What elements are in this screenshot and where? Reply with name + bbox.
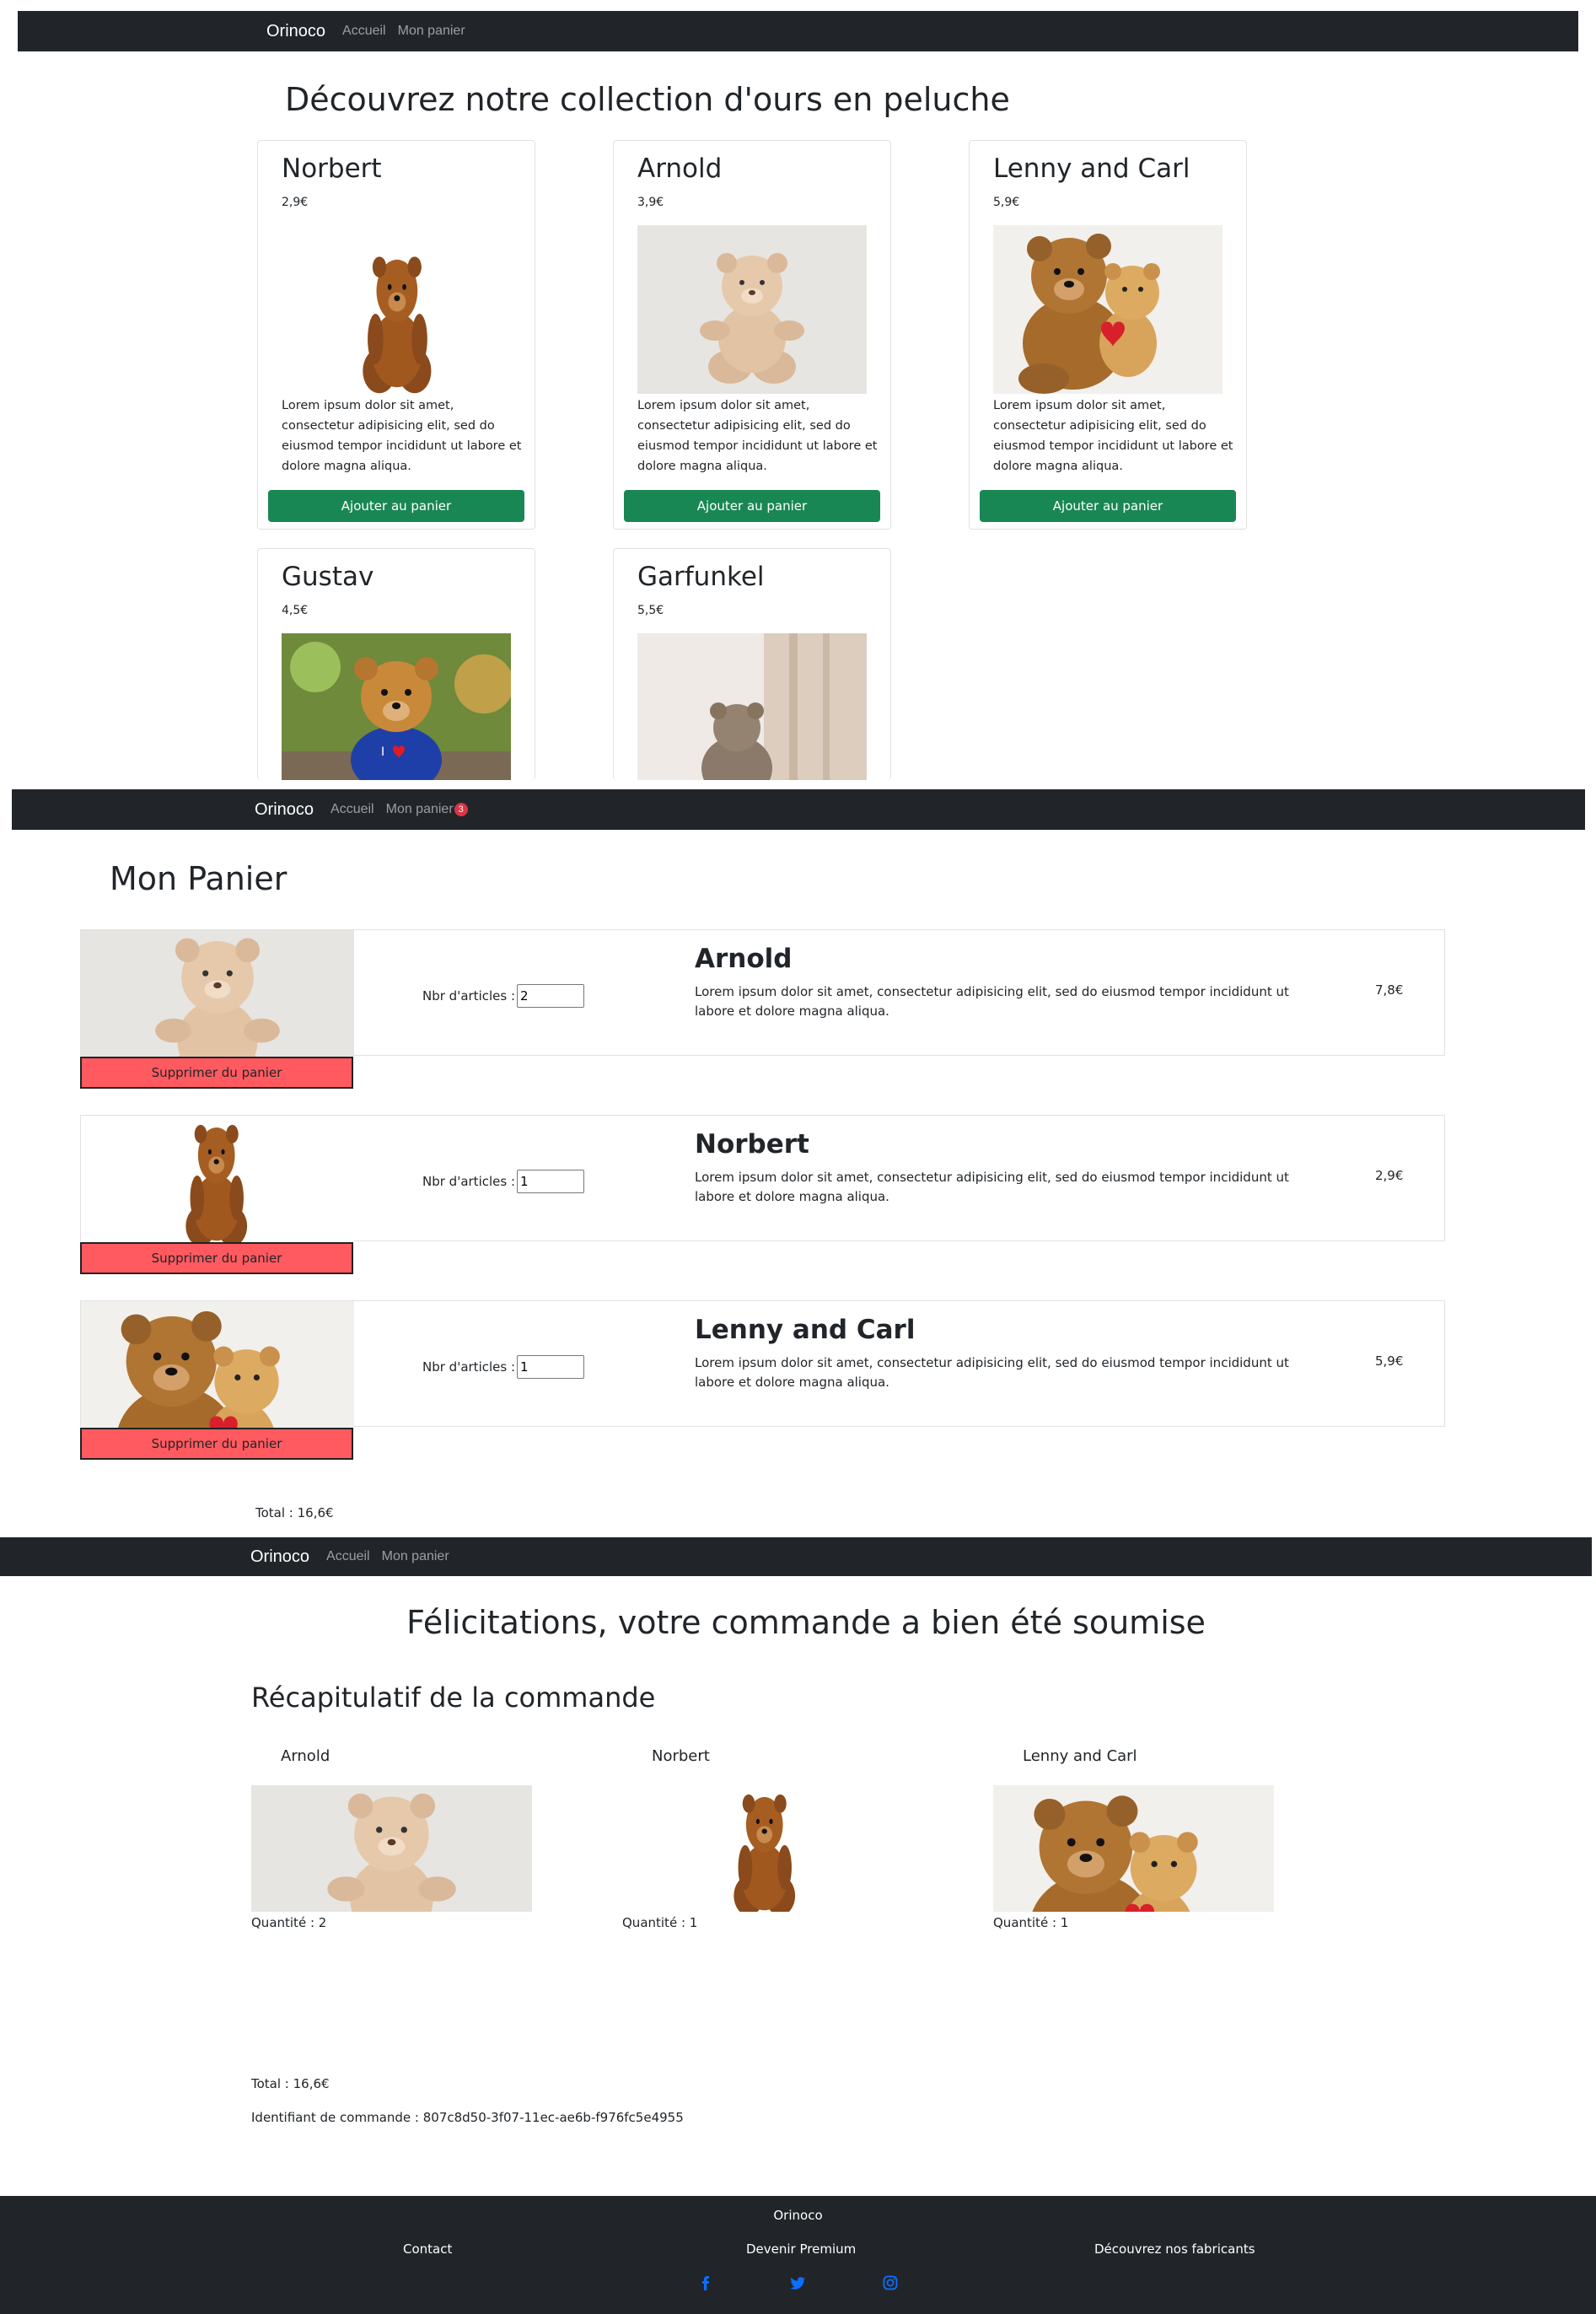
nav-link-cart[interactable]: Mon panier 3 (386, 802, 468, 817)
product-card-lenny-and-carl: Lenny and Carl 5,9€ Lorem ipsum dolor si… (969, 140, 1247, 530)
summary-item-image (251, 1785, 532, 1912)
remove-from-cart-button[interactable]: Supprimer du panier (80, 1057, 353, 1089)
product-name: Norbert (282, 153, 382, 184)
product-image (282, 633, 511, 780)
add-to-cart-button[interactable]: Ajouter au panier (268, 490, 524, 522)
cart-count-badge: 3 (454, 803, 468, 816)
order-summary-heading: Récapitulatif de la commande (251, 1682, 656, 1714)
summary-item-name: Arnold (281, 1747, 330, 1765)
cart-total: Total : 16,6€ (255, 1505, 334, 1520)
product-card-garfunkel: Garfunkel 5,5€ (613, 548, 891, 780)
cart-navbar: Orinoco Accueil Mon panier 3 (12, 789, 1585, 830)
cart-item-norbert: Nbr d'articles : Norbert Lorem ipsum dol… (80, 1115, 1445, 1242)
product-price: 3,9€ (637, 196, 664, 209)
product-image (637, 633, 867, 780)
quantity-control: Nbr d'articles : (422, 1355, 585, 1379)
cart-item-description: Lorem ipsum dolor sit amet, consectetur … (695, 1170, 1289, 1204)
product-price: 5,5€ (637, 604, 664, 617)
catalog-heading: Découvrez notre collection d'ours en pel… (285, 81, 1010, 118)
summary-item-name: Lenny and Carl (1023, 1747, 1137, 1765)
quantity-label: Nbr d'articles : (422, 1359, 516, 1375)
cart-item-price: 2,9€ (1375, 1168, 1404, 1183)
product-name: Lenny and Carl (993, 153, 1190, 184)
nav-link-cart[interactable]: Mon panier (398, 24, 465, 39)
cart-item-name: Lenny and Carl (695, 1315, 916, 1345)
product-image (637, 225, 867, 394)
summary-item-quantity: Quantité : 1 (622, 1915, 698, 1930)
cart-heading: Mon Panier (110, 860, 287, 897)
confirmation-total: Total : 16,6€ (251, 2076, 330, 2091)
product-name: Arnold (637, 153, 723, 184)
summary-item-name: Norbert (652, 1747, 710, 1765)
nav-link-cart[interactable]: Mon panier (382, 1549, 449, 1564)
top-navbar: Orinoco Accueil Mon panier (18, 11, 1578, 51)
cart-item-description: Lorem ipsum dolor sit amet, consectetur … (695, 984, 1289, 1019)
product-description: Lorem ipsum dolor sit amet, consectetur … (282, 399, 522, 473)
product-image (282, 225, 511, 394)
product-card-gustav: Gustav 4,5€ (257, 548, 535, 780)
footer-link-contact[interactable]: Contact (403, 2241, 452, 2257)
quantity-control: Nbr d'articles : (422, 984, 585, 1008)
cart-item-name: Arnold (695, 944, 793, 974)
cart-item-image (81, 1301, 354, 1428)
nav-brand[interactable]: Orinoco (255, 800, 314, 820)
footer-link-premium[interactable]: Devenir Premium (746, 2241, 856, 2257)
twitter-icon[interactable] (790, 2275, 805, 2290)
product-price: 2,9€ (282, 196, 309, 209)
confirmation-navbar: Orinoco Accueil Mon panier (0, 1537, 1592, 1576)
summary-item-quantity: Quantité : 1 (993, 1915, 1069, 1930)
product-image (993, 225, 1223, 394)
quantity-label: Nbr d'articles : (422, 988, 516, 1004)
nav-brand[interactable]: Orinoco (266, 22, 325, 41)
nav-link-home[interactable]: Accueil (326, 1549, 370, 1564)
summary-item-image (622, 1785, 903, 1912)
product-price: 4,5€ (282, 604, 309, 617)
order-id: Identifiant de commande : 807c8d50-3f07-… (251, 2110, 684, 2125)
quantity-input[interactable] (517, 984, 585, 1008)
summary-item-quantity: Quantité : 2 (251, 1915, 327, 1930)
cart-item-image (81, 930, 354, 1057)
product-card-norbert: Norbert 2,9€ Lorem ipsum dolor sit amet,… (257, 140, 535, 530)
nav-brand[interactable]: Orinoco (250, 1547, 309, 1567)
footer-brand[interactable]: Orinoco (0, 2208, 1596, 2223)
quantity-input[interactable] (517, 1355, 585, 1379)
nav-cart-label: Mon panier (385, 802, 454, 816)
product-name: Garfunkel (637, 562, 765, 592)
nav-link-home[interactable]: Accueil (330, 802, 374, 817)
add-to-cart-button[interactable]: Ajouter au panier (624, 490, 880, 522)
cart-item-name: Norbert (695, 1129, 809, 1160)
add-to-cart-button[interactable]: Ajouter au panier (980, 490, 1236, 522)
cart-item-image (81, 1116, 354, 1242)
confirmation-heading: Félicitations, votre commande a bien été… (406, 1604, 1206, 1641)
product-name: Gustav (282, 562, 374, 592)
footer: Orinoco Contact Devenir Premium Découvre… (0, 2196, 1596, 2314)
cart-item-description: Lorem ipsum dolor sit amet, consectetur … (695, 1355, 1289, 1390)
nav-link-home[interactable]: Accueil (342, 24, 386, 39)
quantity-input[interactable] (517, 1170, 585, 1193)
cart-item-price: 5,9€ (1375, 1353, 1404, 1369)
cart-item-lenny-and-carl: Nbr d'articles : Lenny and Carl Lorem ip… (80, 1300, 1445, 1428)
remove-from-cart-button[interactable]: Supprimer du panier (80, 1242, 353, 1274)
remove-from-cart-button[interactable]: Supprimer du panier (80, 1428, 353, 1460)
quantity-control: Nbr d'articles : (422, 1170, 585, 1193)
facebook-icon[interactable] (699, 2275, 714, 2290)
product-description: Lorem ipsum dolor sit amet, consectetur … (637, 399, 878, 473)
summary-item-image (993, 1785, 1274, 1912)
cart-item-arnold: Nbr d'articles : Arnold Lorem ipsum dolo… (80, 929, 1445, 1057)
quantity-label: Nbr d'articles : (422, 1174, 516, 1189)
cart-item-price: 7,8€ (1375, 982, 1404, 998)
product-card-arnold: Arnold 3,9€ Lorem ipsum dolor sit amet, … (613, 140, 891, 530)
instagram-icon[interactable] (883, 2275, 898, 2290)
product-price: 5,9€ (993, 196, 1020, 209)
product-description: Lorem ipsum dolor sit amet, consectetur … (993, 399, 1233, 473)
footer-link-manufacturers[interactable]: Découvrez nos fabricants (1094, 2241, 1255, 2257)
